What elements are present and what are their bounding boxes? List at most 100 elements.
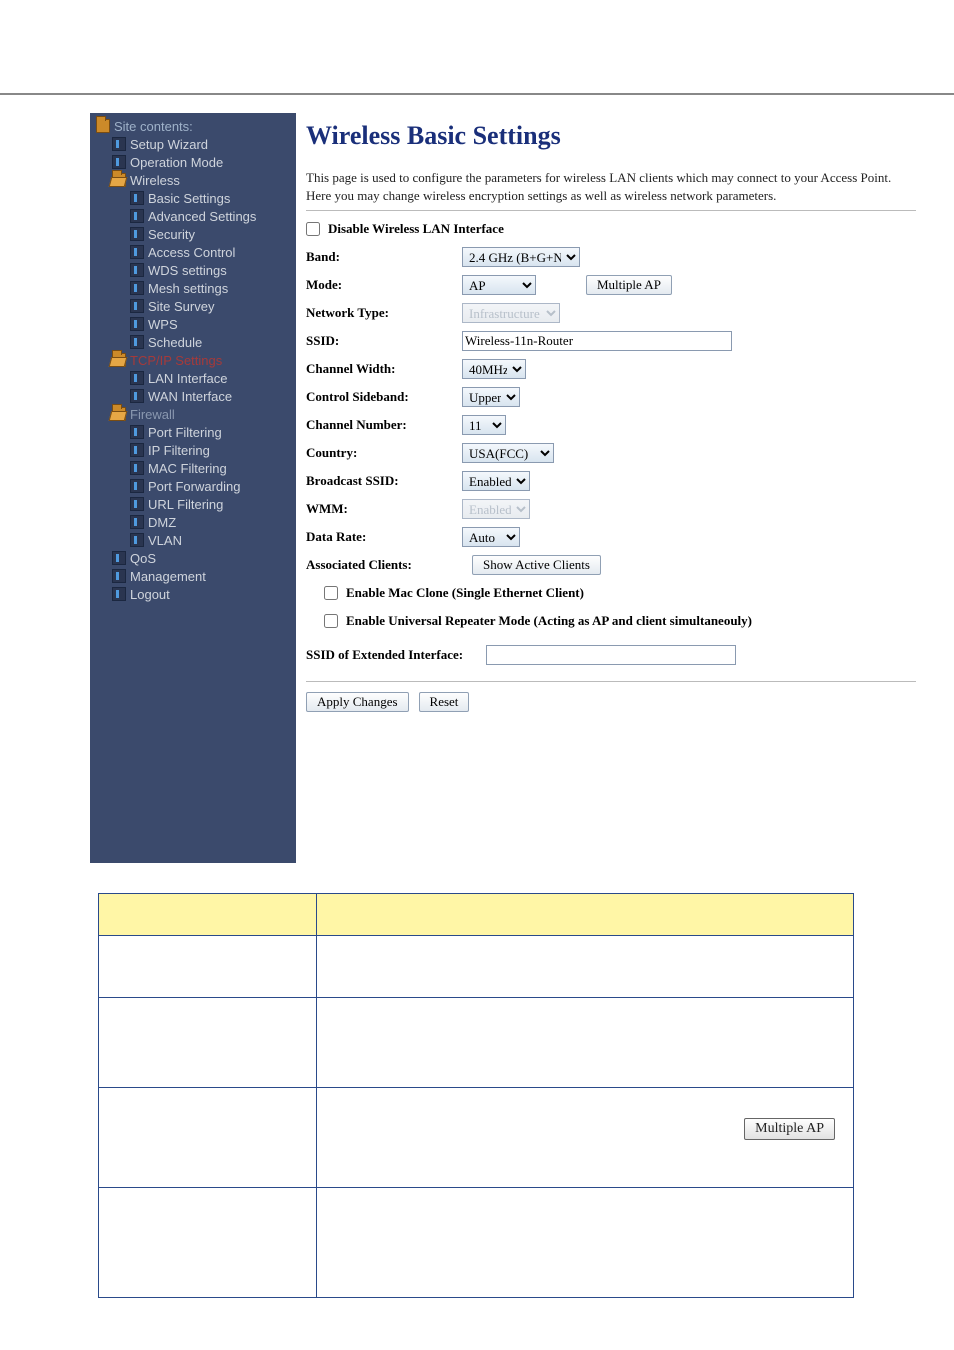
data-rate-label: Data Rate: [306, 529, 462, 545]
row-band: Band: 2.4 GHz (B+G+N) [306, 243, 936, 271]
sidebar-item-label: Site Survey [148, 299, 214, 314]
sidebar-item-logout[interactable]: Logout [90, 585, 296, 603]
sidebar-item-schedule[interactable]: Schedule [90, 333, 296, 351]
band-label: Band: [306, 249, 462, 265]
sidebar-item-label: LAN Interface [148, 371, 228, 386]
disable-wlan-label: Disable Wireless LAN Interface [328, 221, 504, 237]
sidebar-item-label: Operation Mode [130, 155, 223, 170]
sidebar-item-url-filtering[interactable]: URL Filtering [90, 495, 296, 513]
sidebar-item-label: Access Control [148, 245, 235, 260]
data-rate-select[interactable]: Auto [462, 527, 520, 547]
page-icon [112, 137, 126, 151]
wmm-label: WMM: [306, 501, 462, 517]
mac-clone-label: Enable Mac Clone (Single Ethernet Client… [346, 585, 584, 601]
sidebar-item-wireless[interactable]: Wireless [90, 171, 296, 189]
sidebar-item-label: Basic Settings [148, 191, 230, 206]
page-icon [130, 425, 144, 439]
mode-select[interactable]: AP [462, 275, 536, 295]
folder-icon [112, 173, 126, 187]
page-icon [130, 263, 144, 277]
sidebar-item-label: Setup Wizard [130, 137, 208, 152]
page-icon [112, 155, 126, 169]
sidebar-item-label: WDS settings [148, 263, 227, 278]
sidebar-item-port-forwarding[interactable]: Port Forwarding [90, 477, 296, 495]
row-sideband: Control Sideband: Upper [306, 383, 936, 411]
sidebar-item-label: WAN Interface [148, 389, 232, 404]
sidebar-item-label: MAC Filtering [148, 461, 227, 476]
sidebar-item-lan-interface[interactable]: LAN Interface [90, 369, 296, 387]
sidebar-item-label: Advanced Settings [148, 209, 256, 224]
page-icon [130, 443, 144, 457]
ssid-input[interactable] [462, 331, 732, 351]
page-title: Wireless Basic Settings [306, 121, 936, 151]
sidebar-item-site-survey[interactable]: Site Survey [90, 297, 296, 315]
channel-width-label: Channel Width: [306, 361, 462, 377]
sidebar-item-firewall[interactable]: Firewall [90, 405, 296, 423]
row-country: Country: USA(FCC) [306, 439, 936, 467]
sidebar-item-wds-settings[interactable]: WDS settings [90, 261, 296, 279]
multiple-ap-button[interactable]: Multiple AP [586, 275, 672, 295]
row-disable-wlan: Disable Wireless LAN Interface [306, 215, 936, 243]
apply-changes-button[interactable]: Apply Changes [306, 692, 409, 712]
page-icon [112, 551, 126, 565]
band-select[interactable]: 2.4 GHz (B+G+N) [462, 247, 580, 267]
channel-width-select[interactable]: 40MHz [462, 359, 526, 379]
sidebar-item-security[interactable]: Security [90, 225, 296, 243]
ssid-label: SSID: [306, 333, 462, 349]
page-icon [130, 497, 144, 511]
mode-label: Mode: [306, 277, 462, 293]
sidebar-item-label: TCP/IP Settings [130, 353, 222, 368]
page-icon [130, 371, 144, 385]
sidebar-item-qos[interactable]: QoS [90, 549, 296, 567]
page-icon [130, 281, 144, 295]
page-intro: This page is used to configure the param… [306, 169, 916, 204]
main-panel: Wireless Basic Settings This page is use… [296, 113, 954, 863]
sidebar-item-tcp-ip-settings[interactable]: TCP/IP Settings [90, 351, 296, 369]
broadcast-ssid-select[interactable]: Enabled [462, 471, 530, 491]
page-icon [130, 245, 144, 259]
sidebar-item-mac-filtering[interactable]: MAC Filtering [90, 459, 296, 477]
folder-icon [96, 119, 110, 133]
sidebar-item-label: Port Filtering [148, 425, 222, 440]
broadcast-ssid-label: Broadcast SSID: [306, 473, 462, 489]
sidebar-item-management[interactable]: Management [90, 567, 296, 585]
show-active-clients-button[interactable]: Show Active Clients [472, 555, 601, 575]
disable-wlan-checkbox[interactable] [306, 222, 320, 236]
sidebar-item-wan-interface[interactable]: WAN Interface [90, 387, 296, 405]
page-icon [130, 479, 144, 493]
sidebar-item-dmz[interactable]: DMZ [90, 513, 296, 531]
sidebar-item-operation-mode[interactable]: Operation Mode [90, 153, 296, 171]
page-icon [130, 299, 144, 313]
sidebar-item-access-control[interactable]: Access Control [90, 243, 296, 261]
sidebar-item-port-filtering[interactable]: Port Filtering [90, 423, 296, 441]
sidebar-item-label: WPS [148, 317, 178, 332]
sidebar-item-basic-settings[interactable]: Basic Settings [90, 189, 296, 207]
sidebar-item-mesh-settings[interactable]: Mesh settings [90, 279, 296, 297]
page-icon [130, 191, 144, 205]
sidebar-item-wps[interactable]: WPS [90, 315, 296, 333]
sidebar-title: Site contents: [90, 117, 296, 135]
page-icon [130, 209, 144, 223]
sidebar-item-setup-wizard[interactable]: Setup Wizard [90, 135, 296, 153]
universal-repeater-label: Enable Universal Repeater Mode (Acting a… [346, 613, 752, 629]
sidebar-item-label: VLAN [148, 533, 182, 548]
country-label: Country: [306, 445, 462, 461]
sidebar-item-label: QoS [130, 551, 156, 566]
extended-ssid-label: SSID of Extended Interface: [306, 647, 486, 663]
channel-number-select[interactable]: 11 [462, 415, 506, 435]
reset-button[interactable]: Reset [419, 692, 470, 712]
page-icon [130, 227, 144, 241]
sidebar-item-label: Logout [130, 587, 170, 602]
extended-ssid-input[interactable] [486, 645, 736, 665]
page-icon [112, 587, 126, 601]
sidebar-item-ip-filtering[interactable]: IP Filtering [90, 441, 296, 459]
mac-clone-checkbox[interactable] [324, 586, 338, 600]
country-select[interactable]: USA(FCC) [462, 443, 554, 463]
sidebar-item-label: Mesh settings [148, 281, 228, 296]
sidebar-item-label: URL Filtering [148, 497, 223, 512]
sidebar-item-advanced-settings[interactable]: Advanced Settings [90, 207, 296, 225]
sidebar-item-vlan[interactable]: VLAN [90, 531, 296, 549]
universal-repeater-checkbox[interactable] [324, 614, 338, 628]
control-sideband-select[interactable]: Upper [462, 387, 520, 407]
sidebar-item-label: IP Filtering [148, 443, 210, 458]
